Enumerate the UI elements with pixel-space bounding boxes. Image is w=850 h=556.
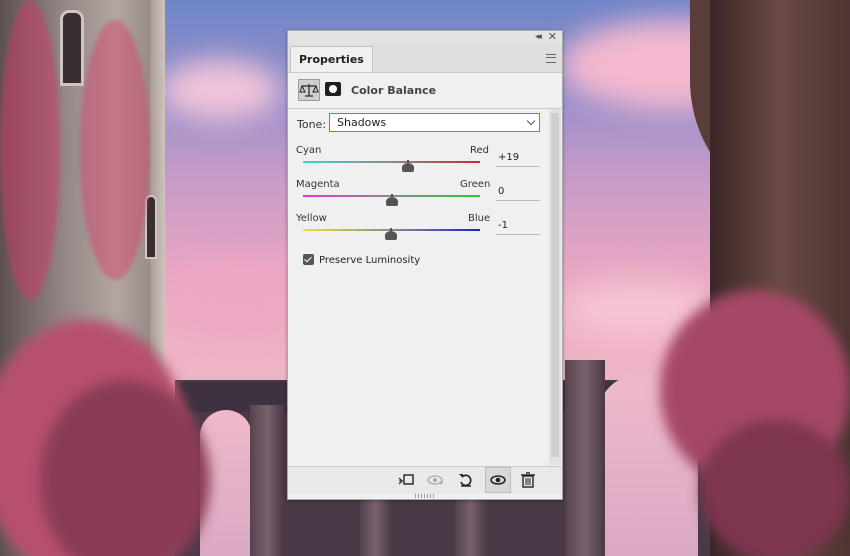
slider-left-label: Cyan (296, 145, 322, 156)
cloud (160, 60, 280, 120)
adjustment-title: Color Balance (351, 84, 437, 97)
layer-mask-icon[interactable] (325, 82, 341, 96)
panel-menu-icon[interactable] (546, 54, 556, 63)
chevron-down-icon (526, 116, 536, 126)
tone-label: Tone: (297, 118, 327, 131)
reset-icon[interactable] (456, 471, 476, 489)
preserve-luminosity-label: Preserve Luminosity (319, 255, 421, 266)
yellow-blue-value: -1 (498, 220, 508, 231)
clip-to-layer-icon[interactable] (396, 471, 416, 489)
close-icon[interactable]: ✕ (548, 30, 557, 43)
view-previous-state-icon[interactable] (426, 471, 446, 489)
pillar (250, 405, 284, 556)
properties-panel: ◂◂ ✕ Properties Color Balance Tone: Shad… (287, 30, 563, 500)
cyan-red-slider-track[interactable] (303, 161, 480, 163)
resize-grip[interactable] (415, 494, 435, 498)
cyan-red-value-field[interactable]: +19 (496, 152, 540, 167)
yellow-blue-value-field[interactable]: -1 (496, 220, 540, 235)
panel-title-bar: ◂◂ ✕ (288, 30, 562, 45)
preserve-luminosity-checkbox[interactable] (303, 254, 314, 265)
slider-left-label: Magenta (296, 179, 340, 190)
tab-properties[interactable]: Properties (290, 46, 373, 72)
tone-dropdown[interactable]: Shadows (329, 113, 540, 132)
ivy (80, 20, 150, 280)
panel-scrollbar[interactable] (549, 109, 561, 465)
slider-right-label: Red (470, 145, 489, 156)
trash-icon[interactable] (518, 471, 538, 489)
magenta-green-value-field[interactable]: 0 (496, 186, 540, 201)
divider (288, 108, 562, 109)
tower-window (145, 195, 157, 259)
ivy (0, 0, 60, 300)
magenta-green-value: 0 (498, 186, 505, 197)
collapse-icon[interactable]: ◂◂ (535, 32, 542, 42)
pillar (565, 360, 605, 556)
tower-window (60, 10, 84, 86)
scrollbar-thumb[interactable] (551, 113, 559, 457)
slider-right-label: Blue (468, 213, 491, 224)
adjustment-header: Color Balance (288, 72, 562, 108)
cyan-red-value: +19 (498, 152, 520, 163)
color-balance-icon[interactable] (298, 79, 320, 101)
panel-bottom-bar (288, 466, 562, 494)
visibility-eye-icon[interactable] (485, 467, 511, 493)
tab-row: Properties (288, 44, 562, 73)
slider-right-label: Green (460, 179, 491, 190)
foliage (700, 420, 850, 556)
tone-selected-value: Shadows (337, 116, 387, 129)
slider-left-label: Yellow (296, 213, 327, 224)
